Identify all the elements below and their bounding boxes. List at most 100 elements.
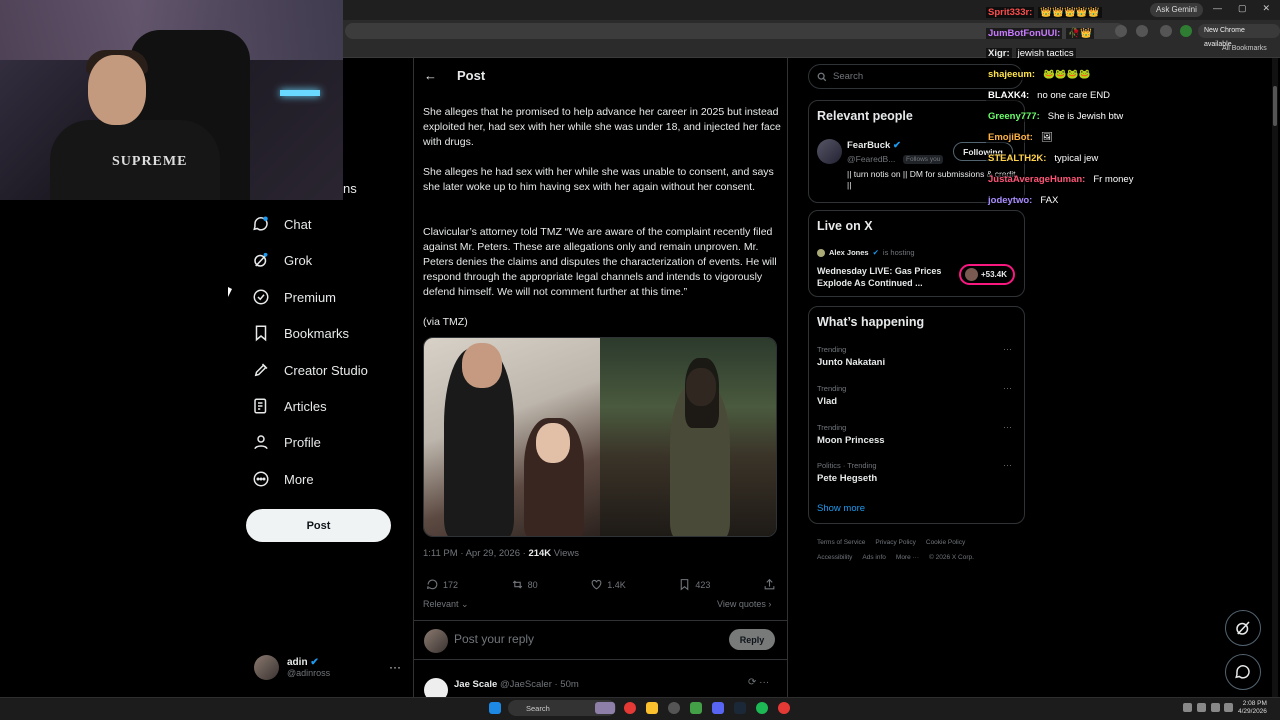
trend-category: Politics · Trending <box>817 461 877 470</box>
post-paragraph: Clavicular’s attorney told TMZ “We are a… <box>423 226 777 298</box>
trend-item[interactable]: Trending Vlad <box>817 384 846 407</box>
chrome-icon[interactable] <box>624 702 636 714</box>
windows-start-icon[interactable] <box>489 702 501 714</box>
reply-more-icon[interactable]: ⟳ ··· <box>748 677 769 688</box>
steam-icon[interactable] <box>734 702 746 714</box>
post-button[interactable]: Post <box>246 509 391 542</box>
copyright: © 2026 X Corp. <box>929 554 974 561</box>
chat-text: 🖼 <box>1038 131 1055 143</box>
chat-icon <box>1235 665 1250 679</box>
footer-links: Terms of Service Privacy Policy Cookie P… <box>817 539 1027 546</box>
wifi-icon[interactable] <box>1211 703 1220 712</box>
taskbar-clock[interactable]: 2:08 PM 4/29/2026 <box>1238 700 1267 716</box>
page-title: Post <box>457 68 486 83</box>
sidebar-item-creator-studio[interactable]: Creator Studio <box>252 361 368 379</box>
reply-submit-button[interactable]: Reply <box>729 629 775 650</box>
reply-input[interactable]: Post your reply <box>454 632 534 646</box>
app-icon[interactable] <box>690 702 702 714</box>
sidebar-item-grok[interactable]: Grok <box>252 251 312 269</box>
live-stream-title[interactable]: Wednesday LIVE: Gas Prices Explode As Co… <box>817 265 957 289</box>
file-explorer-icon[interactable] <box>646 702 658 714</box>
more-icon[interactable]: ··· <box>1003 383 1012 393</box>
footer-link[interactable]: Accessibility <box>817 554 852 561</box>
footer-link[interactable]: Privacy Policy <box>875 539 915 546</box>
trend-item[interactable]: Trending Moon Princess <box>817 423 885 446</box>
maximize-icon[interactable]: ▢ <box>1238 3 1247 14</box>
trend-item[interactable]: Trending Junto Nakatani <box>817 345 885 368</box>
view-quotes-link[interactable]: View quotes › <box>717 599 771 609</box>
more-icon[interactable]: ··· <box>1003 422 1012 432</box>
close-icon[interactable]: ✕ <box>1262 3 1270 14</box>
all-bookmarks-link[interactable]: All Bookmarks <box>1222 45 1267 52</box>
chrome-icon[interactable] <box>778 702 790 714</box>
grok-icon <box>1236 621 1250 635</box>
reply-icon <box>426 579 438 590</box>
extensions-icon[interactable] <box>1115 25 1127 37</box>
back-arrow-icon[interactable]: ← <box>424 68 437 83</box>
minimize-icon[interactable]: — <box>1213 3 1222 14</box>
scrollbar-thumb[interactable] <box>1273 86 1277 126</box>
media-image-left[interactable] <box>424 338 600 536</box>
account-more-icon[interactable]: ··· <box>389 660 401 674</box>
footer-link[interactable]: Terms of Service <box>817 539 865 546</box>
mic-icon[interactable] <box>1197 703 1206 712</box>
account-name: adin ✔ <box>287 657 319 668</box>
chat-text: 🥀👑 <box>1066 27 1094 39</box>
account-switcher[interactable]: adin ✔ @adinross <box>254 655 330 680</box>
chevron-right-icon: › <box>768 599 772 609</box>
avatar[interactable] <box>817 139 842 164</box>
sidebar-item-label: Creator Studio <box>284 362 368 378</box>
profile-icon[interactable] <box>1180 25 1192 37</box>
shirt-logo: SUPREME <box>112 154 188 169</box>
sidepanel-icon[interactable] <box>1136 25 1148 37</box>
live-listeners-badge[interactable]: +53.4K <box>959 264 1015 285</box>
chat-text: no one care END <box>1035 89 1113 101</box>
post-media[interactable] <box>423 337 777 537</box>
reply-button[interactable]: 172 <box>426 578 458 591</box>
sidebar-item-more[interactable]: More <box>252 470 314 488</box>
discord-icon[interactable] <box>712 702 724 714</box>
footer-links: Accessibility Ads info More ··· © 2026 X… <box>817 554 1027 561</box>
footer-link[interactable]: More ··· <box>896 554 919 561</box>
ask-gemini-button[interactable]: Ask Gemini <box>1150 3 1203 17</box>
search-icon <box>817 72 827 81</box>
grok-floating-button[interactable] <box>1225 610 1261 646</box>
new-chrome-available-button[interactable]: New Chrome available <box>1198 24 1280 48</box>
sidebar-item-bookmarks[interactable]: Bookmarks <box>252 324 349 342</box>
footer-link[interactable]: Ads info <box>862 554 886 561</box>
tray-chevron-icon[interactable] <box>1183 703 1192 712</box>
sidebar-item-label: Chat <box>284 216 312 232</box>
post-paragraph: (via TMZ) <box>423 316 468 328</box>
chat-text: jewish tactics <box>1015 47 1076 59</box>
more-icon[interactable]: ··· <box>1003 344 1012 354</box>
footer-link[interactable]: Cookie Policy <box>926 539 965 546</box>
spotify-icon[interactable] <box>756 702 768 714</box>
sidebar-item-profile[interactable]: Profile <box>252 433 321 451</box>
windows-taskbar <box>0 697 1280 720</box>
sidebar-item-premium[interactable]: Premium <box>252 288 336 306</box>
volume-icon[interactable] <box>1224 703 1233 712</box>
bookmark-button[interactable]: 423 <box>678 578 710 591</box>
messages-floating-button[interactable] <box>1225 654 1261 690</box>
trend-item[interactable]: Politics · Trending Pete Hegseth <box>817 461 877 484</box>
sidebar-item-partial[interactable]: ns <box>343 181 357 196</box>
app-icon[interactable] <box>668 702 680 714</box>
share-button[interactable] <box>763 578 776 591</box>
chat-message: Xigr: jewish tactics <box>986 46 1076 60</box>
like-button[interactable]: 1.4K <box>590 578 626 591</box>
reply-author[interactable]: Jae Scale @JaeScaler · 50m <box>454 679 579 690</box>
media-image-right[interactable] <box>600 338 776 536</box>
repost-button[interactable]: 80 <box>511 578 538 591</box>
person-name[interactable]: FearBuck ✔ <box>847 140 901 151</box>
chat-message: EmojiBot: 🖼 <box>986 130 1055 144</box>
verified-icon: ✔ <box>892 140 901 151</box>
sidebar-item-articles[interactable]: Articles <box>252 397 327 415</box>
reply-sort-dropdown[interactable]: Relevant ⌄ <box>423 599 469 610</box>
more-icon[interactable]: ··· <box>1003 460 1012 470</box>
image-figure <box>685 358 719 428</box>
sidebar-item-chat[interactable]: Chat <box>252 215 311 233</box>
show-more-link[interactable]: Show more <box>817 503 865 514</box>
download-icon[interactable] <box>1160 25 1172 37</box>
chat-message: jodeytwo: FAX <box>986 193 1061 207</box>
page-scrollbar[interactable] <box>1272 58 1278 700</box>
